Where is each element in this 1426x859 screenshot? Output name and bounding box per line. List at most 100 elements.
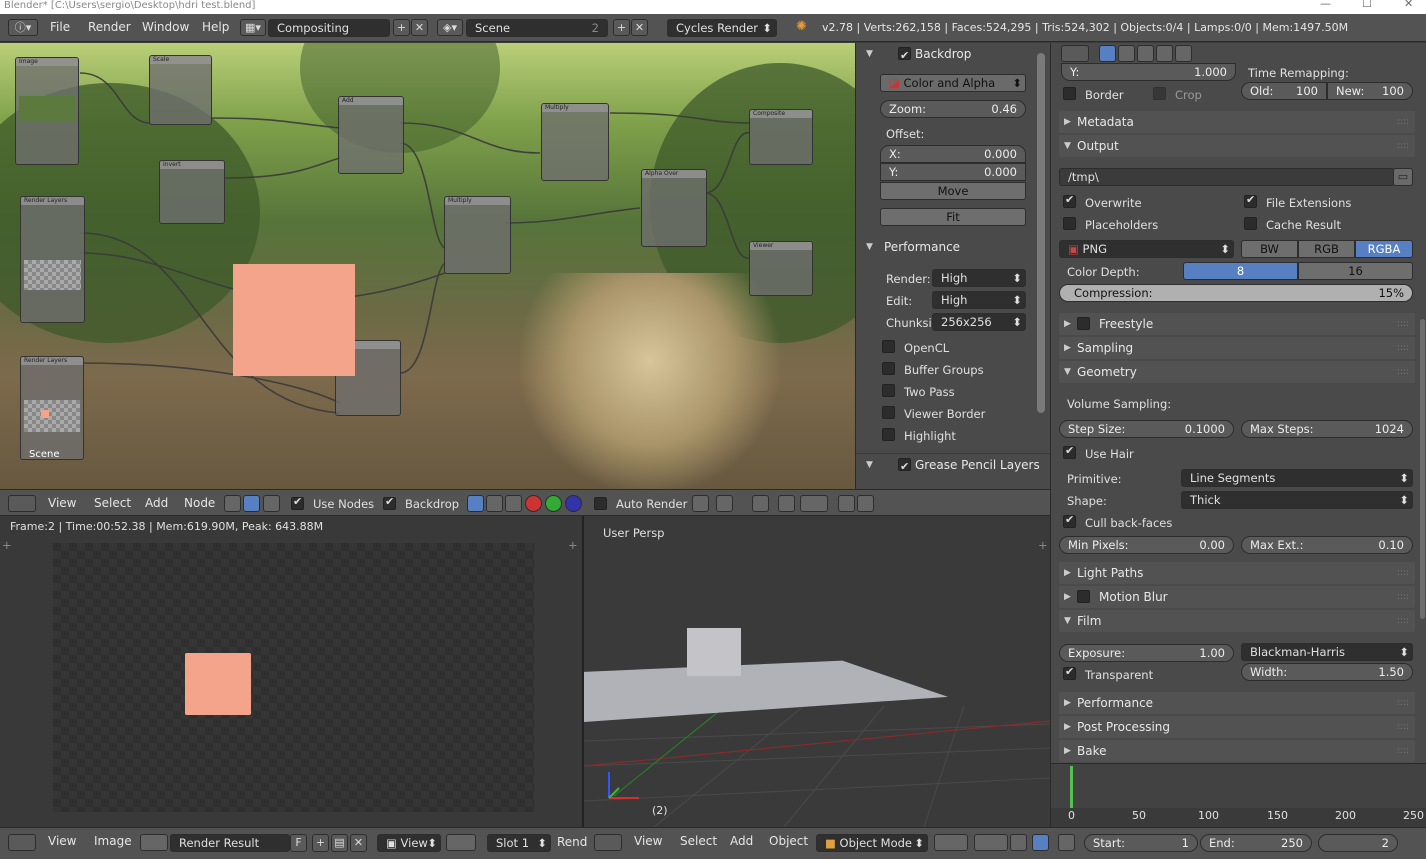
- menu-file[interactable]: File: [50, 20, 70, 34]
- node-editor-backdrop[interactable]: Image Scale Invert Add Multiply Multiply…: [0, 43, 855, 489]
- color-rgb-button[interactable]: RGB: [1298, 240, 1355, 258]
- view3d-menu-object[interactable]: Object: [769, 834, 808, 848]
- max-steps-field[interactable]: Max Steps: 1024: [1241, 420, 1413, 438]
- geometry-panel-header[interactable]: ▼ Geometry::::: [1059, 361, 1415, 383]
- cull-backfaces-checkbox[interactable]: [1063, 513, 1076, 528]
- use-nodes-checkbox[interactable]: [291, 495, 304, 510]
- view-mode-select[interactable]: ▣ View ⬍: [377, 834, 441, 852]
- image-name-field[interactable]: Render Result: [170, 834, 290, 852]
- highlight-checkbox[interactable]: [882, 428, 895, 441]
- step-size-field[interactable]: Step Size: 0.1000: [1059, 420, 1234, 438]
- output-path-input[interactable]: /tmp\: [1059, 168, 1395, 186]
- red-channel-icon[interactable]: [525, 495, 542, 512]
- paste-nodes-icon[interactable]: [857, 495, 874, 512]
- node-image[interactable]: Image: [15, 57, 79, 165]
- move-button[interactable]: Move: [880, 182, 1026, 200]
- lock-icon[interactable]: [1058, 834, 1075, 851]
- start-frame-field[interactable]: Start: 1: [1084, 834, 1198, 852]
- render-quality-select[interactable]: High ⬍: [932, 269, 1026, 287]
- pixel-filter-select[interactable]: Blackman-Harris ⬍: [1241, 643, 1413, 661]
- info-editor-type-icon[interactable]: ⓘ▾: [8, 19, 38, 36]
- file-format-select[interactable]: ▣ PNG ⬍: [1059, 240, 1234, 258]
- end-frame-field[interactable]: End: 250: [1200, 834, 1312, 852]
- node-scale[interactable]: Scale: [149, 55, 212, 125]
- crop-checkbox[interactable]: [1153, 87, 1166, 100]
- add-scene-icon[interactable]: +: [613, 19, 630, 36]
- node-alpha-over[interactable]: Alpha Over: [641, 169, 707, 247]
- render-tab-icon[interactable]: [1099, 45, 1116, 62]
- backdrop-checkbox[interactable]: [383, 495, 396, 510]
- screen-layout-field[interactable]: Compositing: [268, 19, 390, 37]
- view3d-menu-add[interactable]: Add: [730, 834, 753, 848]
- edit-quality-select[interactable]: High ⬍: [932, 291, 1026, 309]
- post-processing-panel-header[interactable]: ▶ Post Processing::::: [1059, 716, 1415, 738]
- performance-panel-header[interactable]: ▶ Performance::::: [1059, 692, 1415, 714]
- properties-scrollbar[interactable]: [1420, 319, 1425, 619]
- new-frames-field[interactable]: New: 100: [1327, 82, 1413, 100]
- world-tab-icon[interactable]: [1156, 45, 1173, 62]
- node-invert[interactable]: Invert: [159, 160, 225, 224]
- freestyle-checkbox[interactable]: [1077, 317, 1090, 330]
- maximize-icon[interactable]: ☐: [1362, 0, 1372, 10]
- texture-tree-icon[interactable]: [263, 495, 280, 512]
- node-multiply[interactable]: Multiply: [541, 103, 609, 181]
- timeline[interactable]: 0 50 100 150 200 250: [1050, 763, 1426, 828]
- node-composite[interactable]: Composite: [749, 109, 813, 165]
- bake-panel-header[interactable]: ▶ Bake::::: [1059, 740, 1415, 762]
- min-pixels-field[interactable]: Min Pixels: 0.00: [1059, 536, 1234, 554]
- manipulator-icon[interactable]: [1010, 834, 1027, 851]
- motion-blur-checkbox[interactable]: [1077, 590, 1090, 603]
- node-render-layers[interactable]: Render Layers: [20, 196, 85, 323]
- render-layers-tab-icon[interactable]: [1118, 45, 1135, 62]
- backdrop-channels-select[interactable]: ◪ Color and Alpha ⬍: [880, 74, 1026, 92]
- freestyle-panel-header[interactable]: ▶ Freestyle::::: [1059, 313, 1415, 335]
- current-frame-marker[interactable]: [1070, 766, 1073, 808]
- grease-pencil-panel-header[interactable]: ▼Grease Pencil Layers: [856, 453, 1051, 478]
- zoom-field[interactable]: Zoom: 0.46: [880, 100, 1026, 118]
- view3d-menu-select[interactable]: Select: [680, 834, 717, 848]
- scene-icon[interactable]: ◈▾: [437, 19, 463, 36]
- image-menu-view[interactable]: View: [48, 834, 76, 848]
- backdrop-panel-header[interactable]: ▼Backdrop: [856, 43, 1051, 67]
- pivot-point-icon[interactable]: [974, 834, 1008, 851]
- output-panel-header[interactable]: ▼ Output::::: [1059, 135, 1415, 157]
- sampling-panel-header[interactable]: ▶ Sampling::::: [1059, 337, 1415, 359]
- old-frames-field[interactable]: Old: 100: [1241, 82, 1327, 100]
- 3d-view-editor-type-icon[interactable]: [594, 834, 622, 851]
- film-panel-header[interactable]: ▼ Film::::: [1059, 610, 1415, 632]
- node-viewer[interactable]: Viewer: [749, 241, 813, 296]
- node-props-scrollbar[interactable]: [1037, 53, 1045, 413]
- motion-blur-panel-header[interactable]: ▶ Motion Blur::::: [1059, 586, 1415, 608]
- object-mode-select[interactable]: ■ Object Mode ⬍: [816, 834, 928, 852]
- transparent-checkbox[interactable]: [1063, 665, 1076, 680]
- max-ext-field[interactable]: Max Ext.: 0.10: [1241, 536, 1413, 554]
- color-depth-16-button[interactable]: 16: [1298, 262, 1413, 280]
- area-split-corner-icon[interactable]: +: [568, 538, 578, 552]
- area-split-corner-icon[interactable]: +: [2, 538, 12, 552]
- green-channel-icon[interactable]: [545, 495, 562, 512]
- layer-icon[interactable]: [1032, 834, 1049, 851]
- offset-y-field[interactable]: Y: 0.000: [880, 163, 1026, 181]
- backdrop-panel-checkbox[interactable]: [898, 45, 911, 67]
- texture-tab-icon[interactable]: [1175, 45, 1192, 62]
- grease-pencil-checkbox[interactable]: [898, 456, 911, 478]
- compression-slider[interactable]: Compression: 15%: [1059, 284, 1413, 302]
- menu-view[interactable]: View: [48, 496, 76, 510]
- node-editor-type-icon[interactable]: [8, 495, 36, 512]
- file-extensions-checkbox[interactable]: [1244, 193, 1257, 208]
- chunk-size-select[interactable]: 256x256 ⬍: [932, 313, 1026, 331]
- opencl-checkbox[interactable]: [882, 340, 895, 353]
- performance-panel-header[interactable]: ▼ Performance: [856, 236, 1051, 258]
- menu-render[interactable]: Render: [88, 20, 131, 34]
- render-slot-select[interactable]: Slot 1 ⬍: [487, 834, 551, 852]
- render-engine-select[interactable]: Cycles Render ⬍: [667, 19, 777, 37]
- properties-editor-type-icon[interactable]: [1061, 45, 1089, 62]
- color-alpha-toggle-icon[interactable]: [467, 495, 484, 512]
- menu-help[interactable]: Help: [202, 20, 229, 34]
- image-editor-type-icon[interactable]: [8, 834, 36, 851]
- magnet-icon[interactable]: [778, 495, 795, 512]
- render-result-canvas[interactable]: [53, 543, 534, 812]
- menu-add[interactable]: Add: [145, 496, 168, 510]
- node-multiply[interactable]: Multiply: [444, 196, 511, 274]
- menu-node[interactable]: Node: [184, 496, 215, 510]
